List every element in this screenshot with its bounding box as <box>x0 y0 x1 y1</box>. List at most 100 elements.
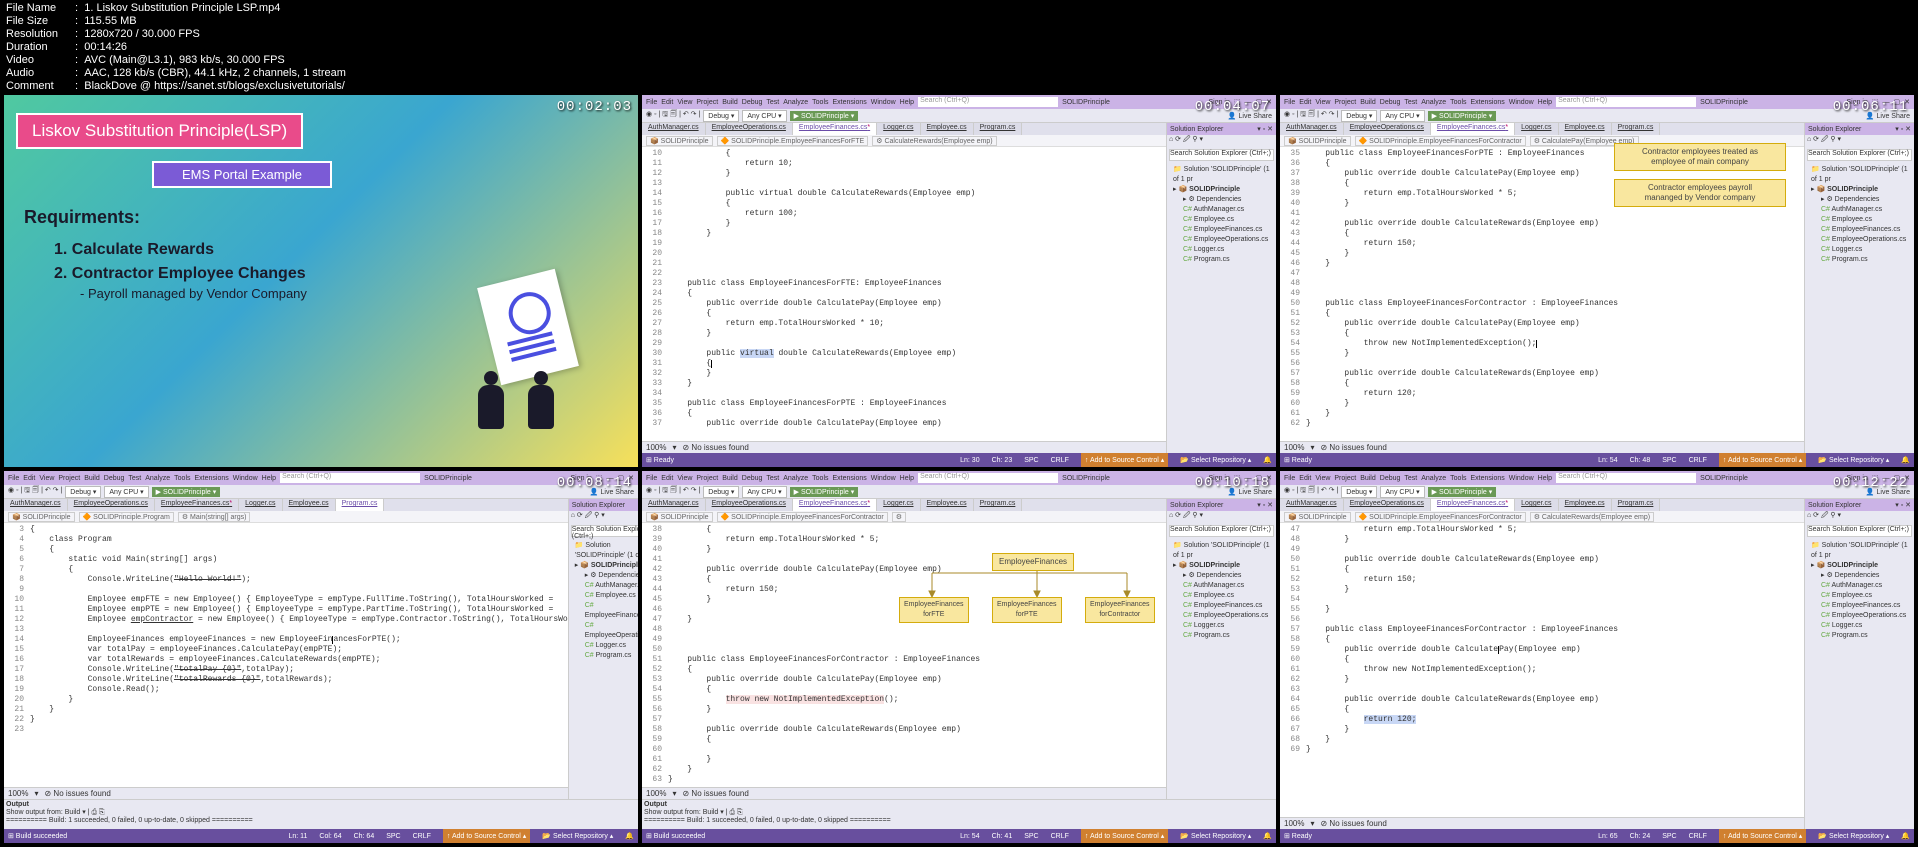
editor-tab[interactable]: Program.cs <box>1612 499 1661 511</box>
menu-item[interactable]: Build <box>1360 99 1376 106</box>
tree-file[interactable]: C# Logger.cs <box>1807 245 1912 255</box>
solution-explorer[interactable]: Solution Explorer▾ ▫ ✕⌂ ⟳ 🖉 ⚲ ▾Search So… <box>1804 499 1914 829</box>
menu-item[interactable]: Debug <box>742 475 763 482</box>
error-list-bar[interactable]: 100%▾⊘ No issues found <box>1280 441 1804 453</box>
menu-item[interactable]: Extensions <box>1471 99 1505 106</box>
editor-tab[interactable]: EmployeeFinances.cs* <box>793 499 877 511</box>
editor-tab[interactable]: Employee.cs <box>283 499 336 511</box>
platform-dropdown[interactable]: Any CPU ▾ <box>1380 110 1424 122</box>
menu-item[interactable]: Build <box>84 475 100 482</box>
menu-item[interactable]: View <box>677 475 692 482</box>
menu-item[interactable]: File <box>646 99 657 106</box>
menu-item[interactable]: Project <box>1334 475 1356 482</box>
error-list-bar[interactable]: 100%▾⊘ No issues found <box>642 787 1166 799</box>
menu-item[interactable]: Window <box>871 99 896 106</box>
menu-item[interactable]: Debug <box>104 475 125 482</box>
config-dropdown[interactable]: Debug ▾ <box>1341 110 1377 122</box>
vs-titlebar[interactable]: FileEditViewProjectBuildDebugTestAnalyze… <box>1280 471 1914 485</box>
tree-file[interactable]: C# Employee.cs <box>1169 591 1274 601</box>
tree-file[interactable]: C# Program.cs <box>571 651 638 661</box>
breadcrumb[interactable]: 📦 SOLIDPrinciple🔶 SOLIDPrinciple.Employe… <box>1280 511 1804 523</box>
menu-item[interactable]: Test <box>128 475 141 482</box>
search-box[interactable]: Search (Ctrl+Q) <box>1556 473 1696 483</box>
menu-item[interactable]: Analyze <box>783 475 808 482</box>
search-box[interactable]: Search (Ctrl+Q) <box>280 473 420 483</box>
editor-tabs[interactable]: AuthManager.csEmployeeOperations.csEmplo… <box>4 499 568 511</box>
source-control-button[interactable]: ↑ Add to Source Control ▴ <box>1719 829 1806 843</box>
tree-file[interactable]: C# EmployeeOperations.cs <box>1169 611 1274 621</box>
menu-item[interactable]: Analyze <box>783 99 808 106</box>
menu-item[interactable]: File <box>1284 99 1295 106</box>
menu-item[interactable]: View <box>1315 99 1330 106</box>
editor-tab[interactable]: Program.cs <box>974 123 1023 135</box>
editor-tabs[interactable]: AuthManager.csEmployeeOperations.csEmplo… <box>1280 499 1804 511</box>
editor-tab[interactable]: Logger.cs <box>877 123 920 135</box>
menu-item[interactable]: Edit <box>661 475 673 482</box>
editor-tab[interactable]: Employee.cs <box>921 123 974 135</box>
vs-titlebar[interactable]: FileEditViewProjectBuildDebugTestAnalyze… <box>642 95 1276 109</box>
source-control-button[interactable]: ↑ Add to Source Control ▴ <box>1081 453 1168 467</box>
menu-item[interactable]: Extensions <box>1471 475 1505 482</box>
menu-item[interactable]: Help <box>1538 99 1552 106</box>
menu-item[interactable]: Extensions <box>195 475 229 482</box>
editor-tab[interactable]: EmployeeOperations.cs <box>1344 499 1431 511</box>
solution-explorer[interactable]: Solution Explorer▾ ▫ ✕⌂ ⟳ 🖉 ⚲ ▾Search So… <box>1804 123 1914 453</box>
tree-file[interactable]: C# EmployeeOperations.cs <box>1169 235 1274 245</box>
menu-item[interactable]: Help <box>900 99 914 106</box>
menu-item[interactable]: Project <box>696 99 718 106</box>
menu-item[interactable]: View <box>1315 475 1330 482</box>
breadcrumb[interactable]: 📦 SOLIDPrinciple🔶 SOLIDPrinciple.Program… <box>4 511 568 523</box>
solution-explorer[interactable]: Solution Explorer▾ ▫ ✕⌂ ⟳ 🖉 ⚲ ▾Search So… <box>1166 499 1276 799</box>
config-dropdown[interactable]: Debug ▾ <box>703 110 739 122</box>
editor-tab[interactable]: EmployeeFinances.cs* <box>155 499 239 511</box>
tree-file[interactable]: C# Logger.cs <box>1807 621 1912 631</box>
menu-item[interactable]: Analyze <box>145 475 170 482</box>
editor-tab[interactable]: AuthManager.cs <box>642 123 706 135</box>
error-list-bar[interactable]: 100%▾⊘ No issues found <box>4 787 568 799</box>
start-button[interactable]: ▶ SOLIDPrinciple ▾ <box>1428 487 1497 497</box>
menu-item[interactable]: Tools <box>1450 99 1466 106</box>
output-panel[interactable]: OutputShow output from: Build ▾ | ⎙ ⎘===… <box>4 799 638 829</box>
explorer-search[interactable]: Search Solution Explorer (Ctrl+;) <box>1807 149 1912 161</box>
explorer-search[interactable]: Search Solution Explorer (Ctrl+;) <box>1807 525 1912 537</box>
start-button[interactable]: ▶ SOLIDPrinciple ▾ <box>790 487 859 497</box>
error-list-bar[interactable]: 100%▾⊘ No issues found <box>642 441 1166 453</box>
vs-toolbar[interactable]: ◉ ◦ | 🖫 🗐 | ↶ ↷ | Debug ▾ Any CPU ▾ ▶ SO… <box>642 485 1276 499</box>
explorer-search[interactable]: Search Solution Explorer (Ctrl+;) <box>571 525 638 537</box>
platform-dropdown[interactable]: Any CPU ▾ <box>1380 486 1424 498</box>
menu-item[interactable]: Debug <box>1380 475 1401 482</box>
tree-file[interactable]: C# Employee.cs <box>571 591 638 601</box>
tree-file[interactable]: C# EmployeeOperations.cs <box>1807 235 1912 245</box>
menu-item[interactable]: File <box>646 475 657 482</box>
menu-item[interactable]: Tools <box>174 475 190 482</box>
menu-item[interactable]: Help <box>1538 475 1552 482</box>
tree-file[interactable]: C# Logger.cs <box>571 641 638 651</box>
vs-toolbar[interactable]: ◉ ◦ | 🖫 🗐 | ↶ ↷ | Debug ▾ Any CPU ▾ ▶ SO… <box>1280 109 1914 123</box>
menu-item[interactable]: Window <box>233 475 258 482</box>
platform-dropdown[interactable]: Any CPU ▾ <box>104 486 148 498</box>
menu-item[interactable]: Project <box>58 475 80 482</box>
breadcrumb[interactable]: 📦 SOLIDPrinciple🔶 SOLIDPrinciple.Employe… <box>642 135 1166 147</box>
menu-item[interactable]: Edit <box>661 99 673 106</box>
tree-file[interactable]: C# EmployeeOperations.cs <box>1807 611 1912 621</box>
menu-item[interactable]: Window <box>1509 99 1534 106</box>
menu-item[interactable]: Test <box>1404 99 1417 106</box>
search-box[interactable]: Search (Ctrl+Q) <box>918 97 1058 107</box>
tree-file[interactable]: C# Employee.cs <box>1169 215 1274 225</box>
menu-item[interactable]: File <box>1284 475 1295 482</box>
editor-tab[interactable]: Program.cs <box>1612 123 1661 135</box>
vs-titlebar[interactable]: FileEditViewProjectBuildDebugTestAnalyze… <box>4 471 638 485</box>
menu-item[interactable]: Edit <box>1299 475 1311 482</box>
menu-item[interactable]: Edit <box>1299 99 1311 106</box>
editor-tab[interactable]: Logger.cs <box>1515 499 1558 511</box>
tree-file[interactable]: C# Program.cs <box>1169 255 1274 265</box>
menu-item[interactable]: Analyze <box>1421 99 1446 106</box>
code-editor[interactable]: 10 {11 return 10;12 }1314 public virtual… <box>642 147 1166 441</box>
search-box[interactable]: Search (Ctrl+Q) <box>918 473 1058 483</box>
tree-file[interactable]: C# AuthManager.cs <box>1169 205 1274 215</box>
editor-tabs[interactable]: AuthManager.csEmployeeOperations.csEmplo… <box>642 499 1166 511</box>
menu-item[interactable]: View <box>677 99 692 106</box>
menu-item[interactable]: Test <box>1404 475 1417 482</box>
editor-tab[interactable]: EmployeeFinances.cs* <box>1431 123 1515 135</box>
menu-item[interactable]: Tools <box>812 475 828 482</box>
